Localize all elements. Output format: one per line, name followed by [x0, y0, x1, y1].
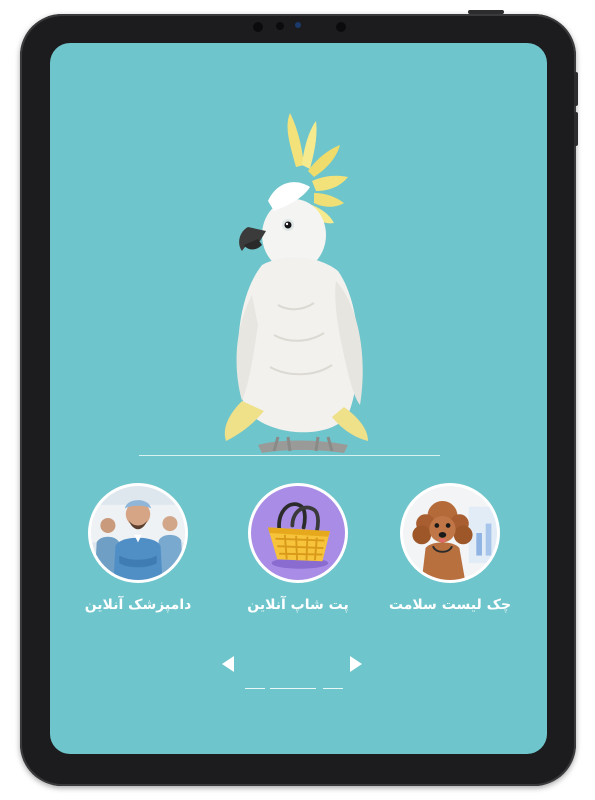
- category-label: پت شاپ آنلاین: [247, 597, 349, 613]
- triangle-right-icon: [350, 656, 362, 672]
- triangle-left-icon: [222, 656, 234, 672]
- carousel-next-button[interactable]: [348, 655, 364, 673]
- category-pet-shop[interactable]: پت شاپ آنلاین: [228, 483, 368, 613]
- cockatoo-hero-image: [224, 113, 368, 453]
- camera-sensor: [253, 22, 263, 32]
- pager-indicator-active[interactable]: [270, 688, 316, 689]
- doctors-photo: [88, 483, 188, 583]
- camera-sensor: [336, 22, 346, 32]
- hero-divider: [139, 455, 440, 456]
- pager-indicator[interactable]: [323, 688, 343, 689]
- category-label: دامپزشک آنلاین: [84, 597, 192, 613]
- category-online-vet[interactable]: دامپزشک آنلاین: [68, 483, 208, 613]
- carousel-prev-button[interactable]: [220, 655, 236, 673]
- volume-up-button: [574, 72, 578, 106]
- poodle-dog-photo: [400, 483, 500, 583]
- volume-down-button: [574, 112, 578, 146]
- front-camera: [295, 22, 301, 28]
- camera-sensor: [276, 22, 284, 30]
- app-screen: دامپزشک آنلاین پت شاپ آنلاین چک لیست سلا…: [50, 43, 547, 754]
- shopping-basket-photo: [248, 483, 348, 583]
- category-health-checklist[interactable]: چک لیست سلامت: [380, 483, 520, 613]
- pager-indicator[interactable]: [245, 688, 265, 689]
- power-button: [468, 10, 504, 14]
- category-label: چک لیست سلامت: [388, 597, 512, 613]
